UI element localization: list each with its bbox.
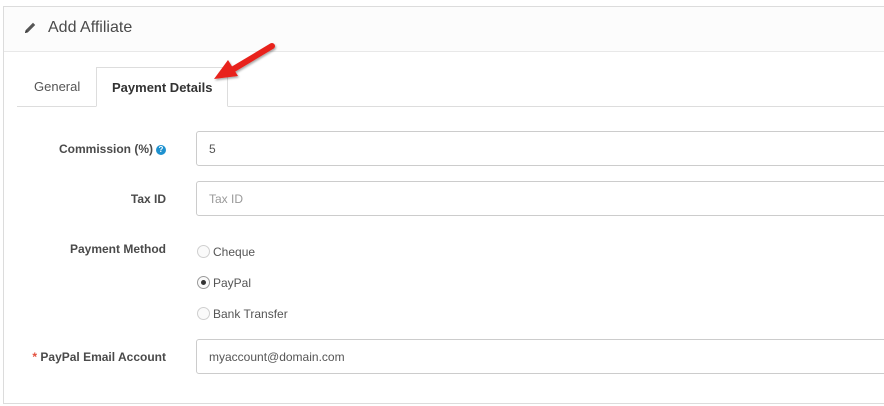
tab-general[interactable]: General [19, 67, 95, 105]
tab-bar: General Payment Details [17, 67, 884, 107]
payment-method-label: Payment Method [69, 242, 166, 256]
commission-input[interactable] [196, 131, 884, 166]
radio-cheque[interactable]: Cheque [197, 244, 255, 260]
paypal-email-input[interactable] [196, 339, 884, 374]
red-arrow-annotation [214, 43, 275, 79]
page-title: Add Affiliate [48, 19, 133, 36]
radio-bank-transfer[interactable]: Bank Transfer [197, 306, 288, 322]
panel-heading: Add Affiliate [4, 7, 884, 52]
radio-paypal[interactable]: PayPal [197, 275, 251, 291]
commission-label: Commission (%)? [59, 142, 166, 156]
tax-id-input[interactable] [196, 181, 884, 216]
radio-button[interactable] [197, 307, 210, 321]
tax-id-label: Tax ID [130, 192, 166, 206]
tab-payment-details[interactable]: Payment Details [96, 67, 229, 107]
help-icon[interactable]: ? [156, 145, 166, 155]
radio-button[interactable] [197, 245, 210, 259]
required-marker: * [32, 350, 38, 364]
radio-button-checked[interactable] [197, 276, 210, 290]
pencil-icon [25, 22, 36, 33]
paypal-email-label: * PayPal Email Account [32, 350, 166, 364]
